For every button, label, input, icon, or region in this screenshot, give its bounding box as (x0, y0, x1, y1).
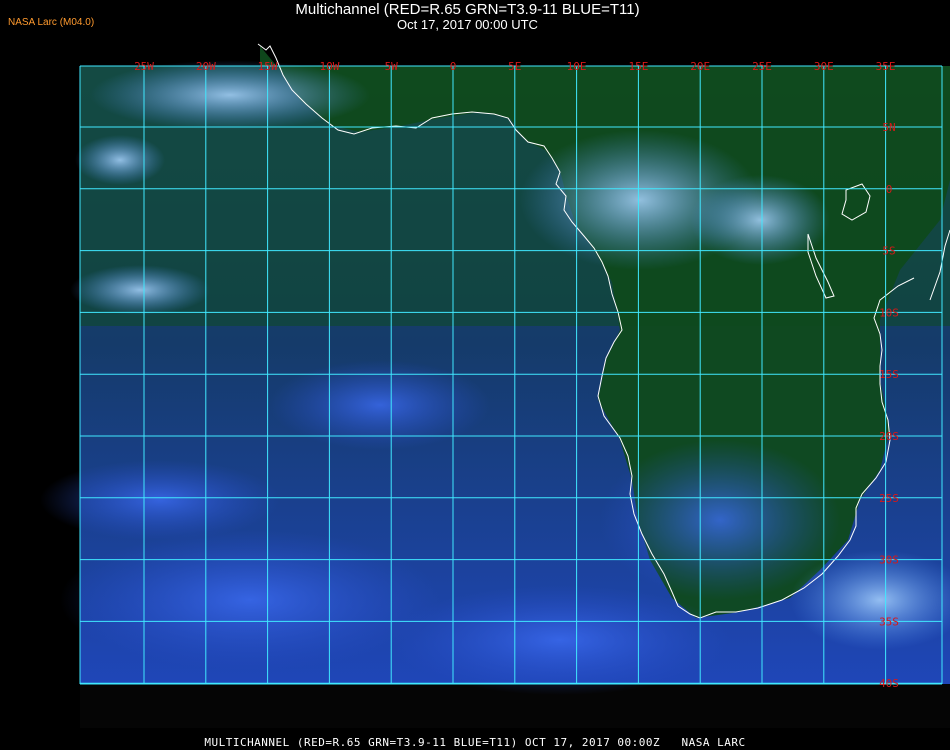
latitude-label: 25S (879, 492, 899, 505)
cloud-7 (60, 530, 440, 670)
latitude-label: 5S (882, 245, 895, 258)
longitude-label: 5W (385, 60, 399, 73)
latitude-label: 15S (879, 368, 899, 381)
longitude-label: 35E (876, 60, 896, 73)
longitude-label: 20E (690, 60, 710, 73)
satellite-map: 25W 20W 15W 10W 5W 0 5E 10E 15E 20E 25E 30E 35E 5N 0 5S… (40, 43, 950, 728)
latitude-label: 30S (879, 554, 899, 567)
longitude-label: 25E (752, 60, 772, 73)
latitude-label: 40S (879, 677, 899, 690)
longitude-label: 0 (450, 60, 457, 73)
longitude-label: 10W (319, 60, 339, 73)
longitude-label: 25W (134, 60, 154, 73)
latitude-label: 20S (879, 430, 899, 443)
cloud-11 (40, 460, 280, 540)
cloud-8 (390, 585, 730, 695)
latitude-label: 35S (879, 615, 899, 628)
longitude-label: 10E (567, 60, 587, 73)
footer-caption: MULTICHANNEL (RED=R.65 GRN=T3.9-11 BLUE=… (204, 736, 746, 749)
longitude-label: 15E (628, 60, 648, 73)
longitude-label: 20W (196, 60, 216, 73)
cloud-5 (70, 265, 210, 315)
longitude-label: 5E (508, 60, 521, 73)
latitude-label: 5N (882, 121, 895, 134)
latitude-label: 10S (879, 306, 899, 319)
imagery (40, 46, 950, 695)
longitude-label: 30E (814, 60, 834, 73)
longitude-label: 15W (258, 60, 278, 73)
latitude-label: 0 (886, 183, 893, 196)
cloud-4 (75, 135, 165, 185)
